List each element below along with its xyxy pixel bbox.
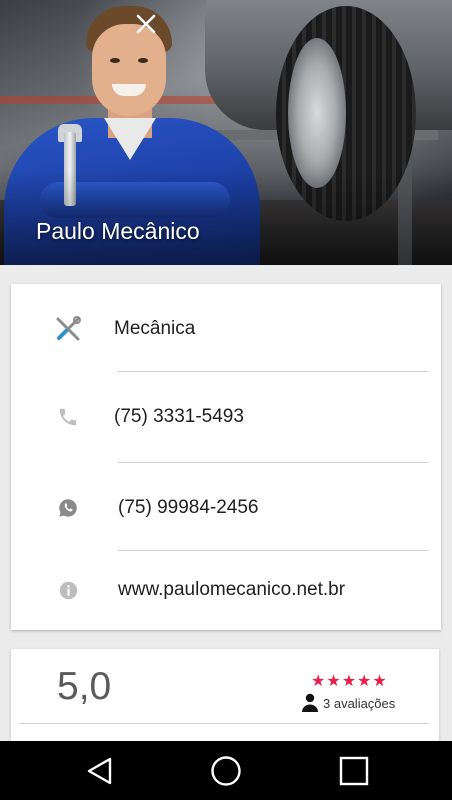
website-row[interactable]: www.paulomecanico.net.br (11, 565, 441, 615)
category-text: Mecânica (114, 318, 196, 339)
whatsapp-icon (51, 491, 85, 525)
photo-mechanic-eye (110, 58, 120, 63)
home-circle-icon (211, 756, 241, 786)
navigation-bar (0, 741, 452, 800)
reviews-count[interactable]: 3 avaliações (301, 693, 395, 713)
phone-icon (51, 400, 85, 434)
info-card: Mecânica (75) 3331-5493 (75) 99984-2456 (11, 284, 441, 630)
divider (118, 371, 428, 372)
divider (19, 723, 429, 724)
recents-square-icon (339, 756, 369, 786)
rating-card: 5,0 ★★★★★ 3 avaliações (11, 649, 439, 749)
header-photo: Paulo Mecânico (0, 0, 452, 265)
rating-value: 5,0 (57, 665, 112, 708)
home-button[interactable] (208, 753, 244, 789)
tools-icon (51, 312, 85, 346)
back-button[interactable] (82, 753, 118, 789)
whatsapp-text[interactable]: (75) 99984-2456 (118, 497, 259, 519)
close-icon (136, 14, 156, 34)
divider (118, 462, 428, 463)
close-button[interactable] (130, 8, 162, 40)
phone-text[interactable]: (75) 3331-5493 (114, 406, 244, 428)
category-row: Mecânica (11, 304, 441, 354)
person-icon (302, 693, 318, 712)
rating-stars: ★★★★★ (311, 673, 388, 690)
reviews-label: 3 avaliações (323, 695, 396, 711)
photo-mechanic-eye (138, 58, 148, 63)
divider (118, 550, 428, 551)
whatsapp-row[interactable]: (75) 99984-2456 (11, 483, 441, 533)
back-triangle-icon (87, 757, 112, 785)
info-icon (51, 573, 85, 607)
page-title: Paulo Mecânico (36, 218, 200, 244)
website-link[interactable]: www.paulomecanico.net.br (118, 579, 345, 601)
recents-button[interactable] (336, 753, 372, 789)
phone-row[interactable]: (75) 3331-5493 (11, 392, 441, 442)
photo-rim (288, 38, 346, 188)
